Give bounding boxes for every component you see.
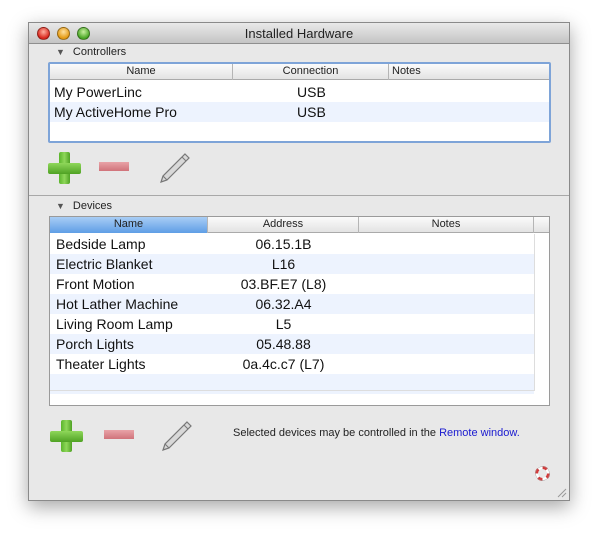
- device-address: 05.48.88: [256, 336, 311, 352]
- empty-row: [50, 374, 534, 394]
- table-row[interactable]: Theater Lights 0a.4c.c7 (L7): [50, 354, 534, 374]
- disclosure-triangle-icon: ▼: [56, 47, 65, 57]
- add-device-button[interactable]: [50, 420, 83, 452]
- close-button[interactable]: [37, 27, 50, 40]
- table-row[interactable]: My PowerLinc USB: [50, 82, 549, 102]
- column-header-notes[interactable]: Notes: [389, 64, 549, 80]
- remote-window-link[interactable]: Remote window.: [439, 427, 520, 439]
- resize-grip-icon[interactable]: [556, 487, 567, 498]
- table-row[interactable]: Porch Lights 05.48.88: [50, 334, 534, 354]
- table-row[interactable]: Hot Lather Machine 06.32.A4: [50, 294, 534, 314]
- controllers-label: Controllers: [72, 46, 127, 58]
- remove-controller-button[interactable]: [99, 162, 129, 171]
- device-name: Theater Lights: [56, 356, 146, 372]
- devices-disclosure[interactable]: ▼ Devices: [56, 200, 112, 212]
- controllers-table[interactable]: Name Connection Notes My PowerLinc USB M…: [48, 62, 551, 143]
- column-header-connection[interactable]: Connection: [233, 64, 389, 80]
- table-row[interactable]: Living Room Lamp L5: [50, 314, 534, 334]
- list-bottom-edge: [50, 390, 534, 391]
- device-address: L5: [275, 316, 292, 332]
- column-header-name[interactable]: Name: [50, 64, 233, 80]
- device-name: Front Motion: [56, 276, 135, 292]
- zoom-button[interactable]: [77, 27, 90, 40]
- column-header-name[interactable]: Name: [50, 217, 208, 233]
- column-header-address[interactable]: Address: [208, 217, 359, 233]
- edit-device-button[interactable]: [159, 419, 193, 453]
- controllers-disclosure[interactable]: ▼ Controllers: [56, 46, 126, 58]
- minimize-button[interactable]: [57, 27, 70, 40]
- info-text: Selected devices may be controlled in th…: [233, 427, 437, 439]
- table-row[interactable]: Front Motion 03.BF.E7 (L8): [50, 274, 534, 294]
- controller-name: My PowerLinc: [54, 84, 142, 100]
- controllers-table-header: Name Connection Notes: [50, 64, 549, 80]
- minus-icon: [104, 430, 134, 439]
- devices-table-header: Name Address Notes: [50, 217, 549, 233]
- remove-device-button[interactable]: [104, 430, 134, 439]
- controller-name: My ActiveHome Pro: [54, 104, 177, 120]
- help-button[interactable]: [535, 466, 550, 481]
- add-controller-button[interactable]: [48, 152, 81, 184]
- controller-connection: USB: [297, 84, 326, 100]
- vertical-scroll-track[interactable]: [534, 234, 535, 391]
- disclosure-triangle-icon: ▼: [56, 201, 65, 211]
- device-address: 0a.4c.c7 (L7): [242, 356, 325, 372]
- device-address: 06.32.A4: [255, 296, 312, 312]
- remote-info: Selected devices may be controlled in th…: [233, 427, 520, 439]
- device-address: 03.BF.E7 (L8): [240, 276, 327, 292]
- edit-controller-button[interactable]: [157, 151, 191, 185]
- lifebuoy-icon: [535, 466, 550, 481]
- devices-label: Devices: [72, 200, 113, 212]
- device-address: 06.15.1B: [255, 236, 312, 252]
- title-bar[interactable]: Installed Hardware: [29, 23, 569, 44]
- split-divider[interactable]: [29, 195, 569, 196]
- device-address: L16: [271, 256, 296, 272]
- device-name: Porch Lights: [56, 336, 134, 352]
- controller-connection: USB: [297, 104, 326, 120]
- pencil-icon: [162, 421, 192, 451]
- window-title: Installed Hardware: [244, 26, 354, 41]
- table-row[interactable]: Electric Blanket L16: [50, 254, 534, 274]
- pencil-icon: [160, 153, 190, 183]
- installed-hardware-window: Installed Hardware ▼ Controllers Name Con…: [28, 22, 570, 501]
- device-name: Hot Lather Machine: [56, 296, 179, 312]
- minus-icon: [99, 162, 129, 171]
- device-name: Living Room Lamp: [56, 316, 173, 332]
- column-header-notes[interactable]: Notes: [359, 217, 534, 233]
- device-name: Bedside Lamp: [56, 236, 146, 252]
- devices-table[interactable]: Name Address Notes Bedside Lamp 06.15.1B E…: [49, 216, 550, 406]
- table-row[interactable]: Bedside Lamp 06.15.1B: [50, 234, 534, 254]
- table-row[interactable]: My ActiveHome Pro USB: [50, 102, 549, 122]
- device-name: Electric Blanket: [56, 256, 153, 272]
